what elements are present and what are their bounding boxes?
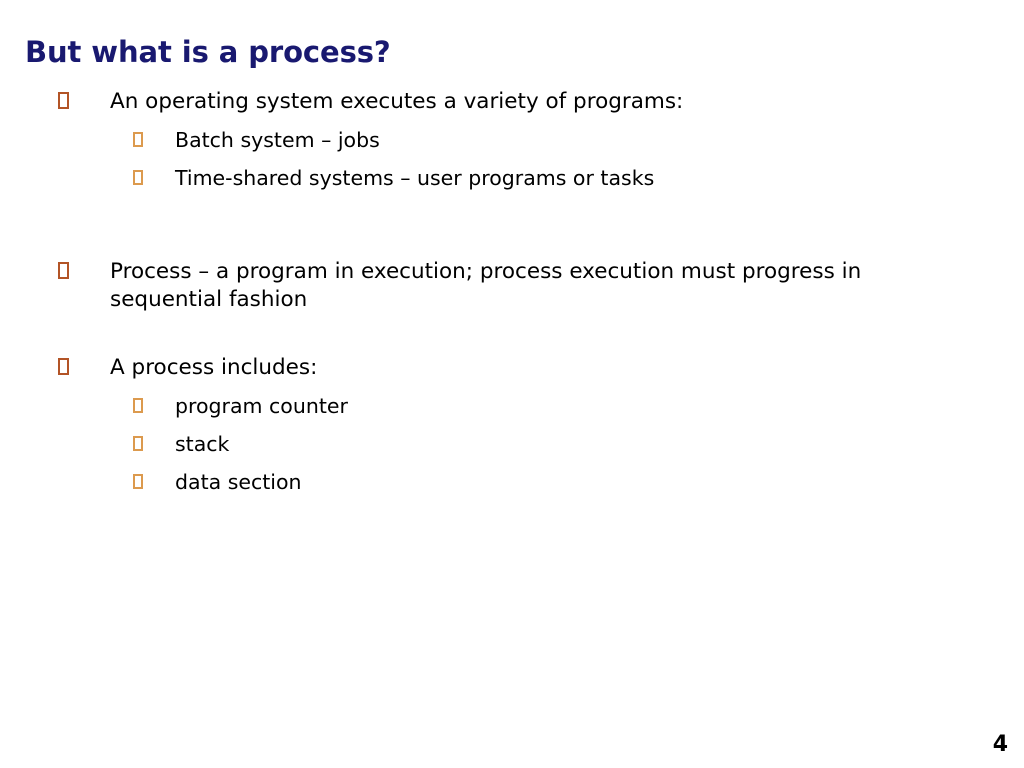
bullet-item-level1: An operating system executes a variety o… <box>0 88 1024 116</box>
square-bullet-icon <box>133 474 143 489</box>
square-bullet-icon <box>58 262 69 279</box>
page-number: 4 <box>992 732 1008 757</box>
bullet-text: data section <box>175 470 302 494</box>
bullet-text: program counter <box>175 394 348 418</box>
bullet-item-level2: Batch system – jobs <box>0 126 1024 154</box>
bullet-item-level1: A process includes: <box>0 354 1024 382</box>
bullet-item-level2: stack <box>0 430 1024 458</box>
square-bullet-icon <box>133 398 143 413</box>
bullet-text: Batch system – jobs <box>175 128 380 152</box>
page-title: But what is a process? <box>25 35 391 70</box>
bullet-item-level2: Time-shared systems – user programs or t… <box>0 164 1024 192</box>
square-bullet-icon <box>133 170 143 185</box>
bullet-text: stack <box>175 432 230 456</box>
bullet-item-level1: Process – a program in execution; proces… <box>0 258 1024 314</box>
slide: But what is a process? An operating syst… <box>0 0 1024 768</box>
square-bullet-icon <box>133 436 143 451</box>
bullet-text: A process includes: <box>110 355 318 380</box>
square-bullet-icon <box>58 92 69 109</box>
bullet-text: An operating system executes a variety o… <box>110 89 684 114</box>
square-bullet-icon <box>133 132 143 147</box>
bullet-text: Time-shared systems – user programs or t… <box>175 166 655 190</box>
bullet-item-level2: data section <box>0 468 1024 496</box>
slide-body: An operating system executes a variety o… <box>0 88 1024 496</box>
bullet-item-level2: program counter <box>0 392 1024 420</box>
square-bullet-icon <box>58 358 69 375</box>
bullet-text: Process – a program in execution; proces… <box>110 259 862 312</box>
